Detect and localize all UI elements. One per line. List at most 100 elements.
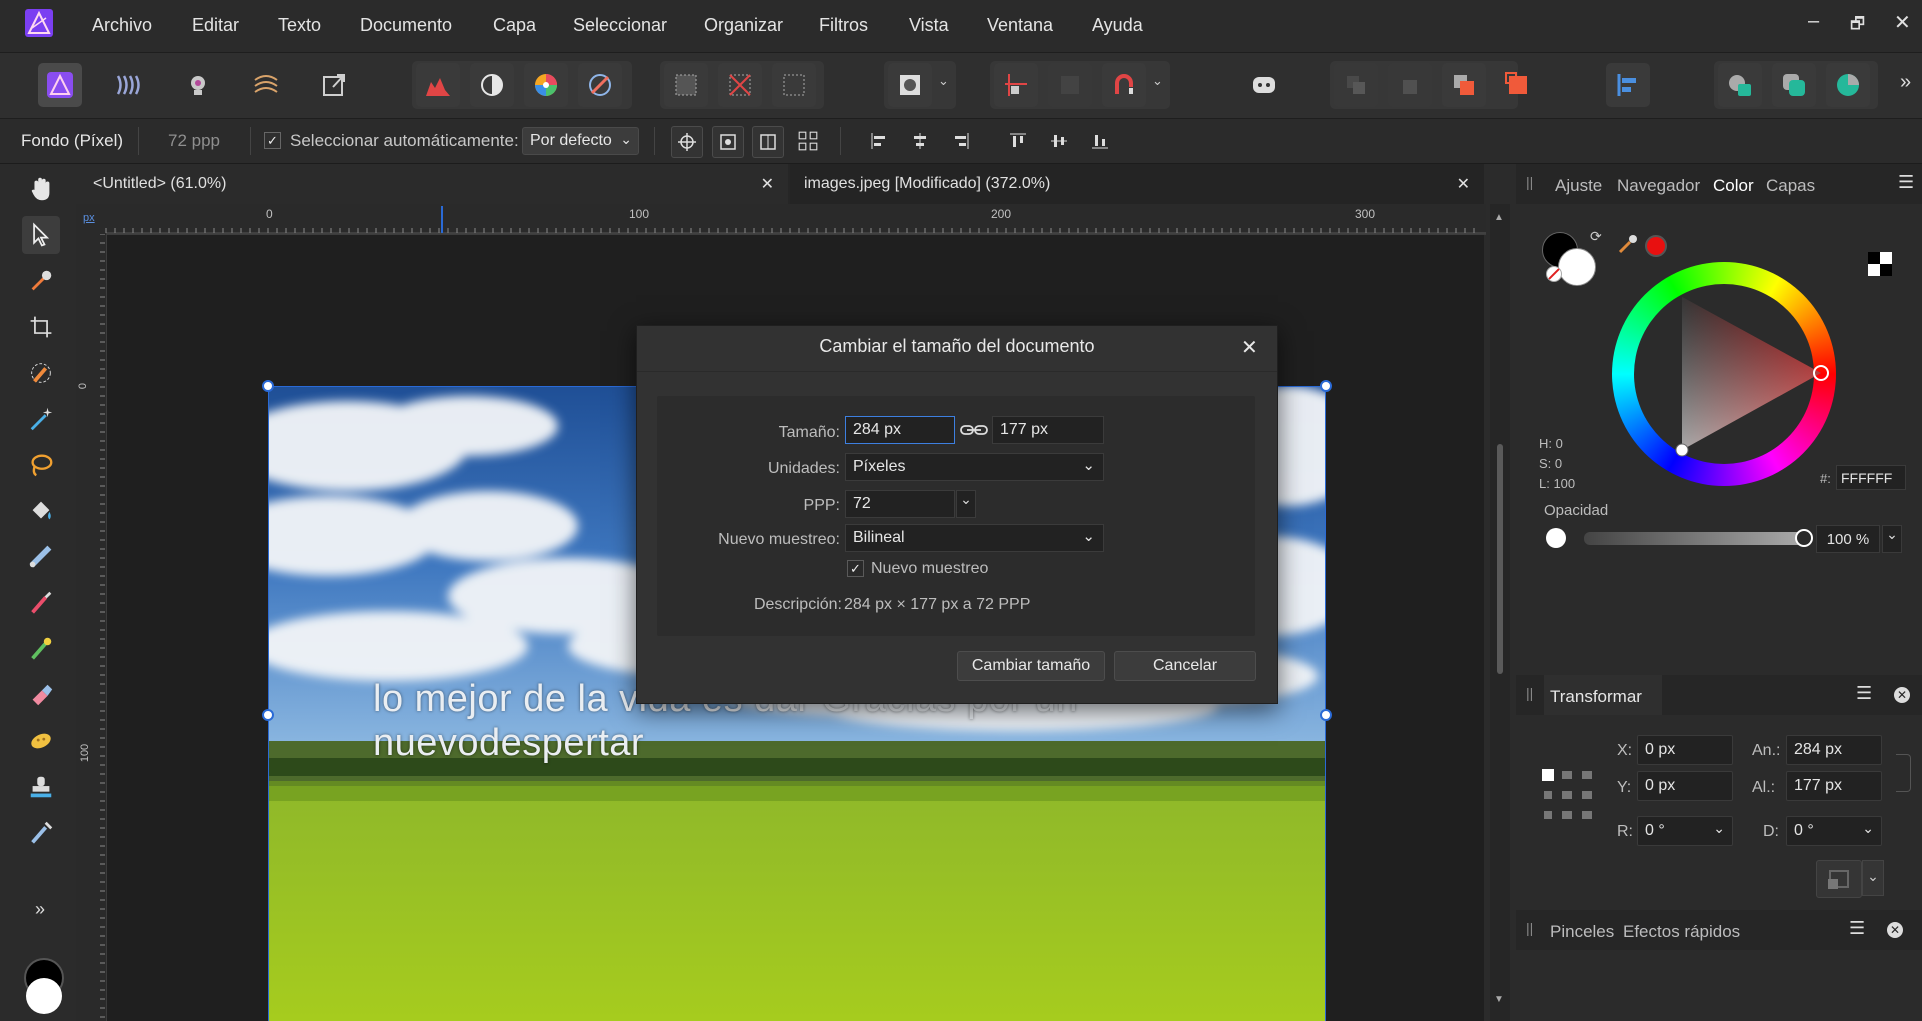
opacity-slider[interactable] [1584, 529, 1813, 547]
restore-button[interactable]: 🗗 [1850, 13, 1865, 40]
align-center-button[interactable] [905, 126, 935, 156]
width-input[interactable]: 284 px [845, 416, 955, 444]
snap-disabled-button[interactable] [1048, 63, 1092, 107]
resize-handle-top-left[interactable] [262, 380, 274, 392]
tab-transformar[interactable]: Transformar [1550, 687, 1642, 707]
tab-untitled[interactable]: <Untitled> (61.0%) ✕ [76, 164, 788, 204]
canvas-scrollbar-vertical[interactable]: ▲ ▼ [1490, 204, 1510, 1021]
panel-grip-icon[interactable]: || [1526, 174, 1533, 190]
show-bounding-box-button[interactable] [712, 126, 744, 158]
menu-seleccionar[interactable]: Seleccionar [573, 15, 667, 36]
develop-persona-button[interactable] [176, 63, 220, 107]
align-button[interactable] [1606, 63, 1650, 107]
selection-brush-tool[interactable] [22, 354, 60, 392]
tab-ajuste[interactable]: Ajuste [1555, 176, 1602, 196]
invert-selection-button[interactable] [772, 63, 816, 107]
scroll-up-icon[interactable]: ▲ [1494, 212, 1504, 223]
black-white-reset-icon[interactable] [1868, 252, 1892, 276]
panel-menu-icon[interactable]: ☰ [1856, 683, 1872, 704]
y-input[interactable]: 0 px [1637, 771, 1733, 801]
minimize-button[interactable]: – [1808, 10, 1819, 33]
menu-vista[interactable]: Vista [909, 15, 949, 36]
opacity-input[interactable]: 100 % [1816, 525, 1880, 553]
scroll-down-icon[interactable]: ▼ [1494, 994, 1504, 1005]
menu-editar[interactable]: Editar [192, 15, 239, 36]
transform-objects-button[interactable] [752, 126, 784, 158]
assistant-button[interactable] [1242, 63, 1286, 107]
snapping-button[interactable] [994, 63, 1038, 107]
distribute-button[interactable] [793, 126, 823, 156]
resample-dropdown[interactable]: Bilineal ⌄ [845, 524, 1104, 552]
panel-menu-icon[interactable]: ☰ [1849, 918, 1865, 939]
resize-handle-top-right[interactable] [1320, 380, 1332, 392]
tab-efectos-rapidos[interactable]: Efectos rápidos [1623, 922, 1740, 942]
tab-images-jpeg[interactable]: images.jpeg [Modificado] (372.0%) ✕ [790, 164, 1484, 204]
dpi-dropdown-button[interactable]: ⌄ [956, 490, 976, 518]
horizontal-ruler[interactable]: px 0 100 200 300 [76, 204, 1486, 235]
vertical-ruler[interactable]: 0 100 [76, 234, 107, 1021]
auto-button[interactable] [578, 63, 622, 107]
shear-dropdown[interactable]: 0 ° ⌄ [1786, 816, 1882, 846]
quick-mask-button[interactable] [888, 63, 932, 107]
view-tool[interactable] [22, 170, 60, 208]
magnet-chevron-icon[interactable]: ⌄ [1152, 73, 1163, 89]
arrange-forward-button[interactable] [1442, 63, 1486, 107]
align-top-button[interactable] [1003, 126, 1033, 156]
cancel-button[interactable]: Cancelar [1114, 651, 1256, 681]
tab-navegador[interactable]: Navegador [1617, 176, 1700, 196]
boolean-subtract-button[interactable] [1772, 63, 1816, 107]
eyedropper-icon[interactable] [1616, 232, 1640, 256]
align-bottom-button[interactable] [1085, 126, 1115, 156]
anchor-selector[interactable] [1540, 767, 1596, 823]
toolbar-overflow-button[interactable]: » [1900, 71, 1911, 94]
tools-overflow-button[interactable]: » [35, 899, 45, 920]
white-balance-button[interactable] [470, 63, 514, 107]
move-tool[interactable] [22, 216, 60, 254]
arrange-backward-button[interactable] [1388, 63, 1432, 107]
close-icon[interactable]: ✕ [1457, 174, 1470, 194]
dodge-tool[interactable] [22, 722, 60, 760]
tone-mapping-persona-button[interactable] [244, 63, 288, 107]
panel-grip-icon[interactable]: || [1526, 685, 1533, 701]
gradient-tool[interactable] [22, 538, 60, 576]
clone-tool[interactable] [22, 768, 60, 806]
transform-mode-button[interactable] [1816, 860, 1862, 898]
fg-bg-color-swatch[interactable] [20, 958, 66, 1018]
auto-select-checkbox[interactable]: ✓ [264, 132, 281, 149]
menu-ventana[interactable]: Ventana [987, 15, 1053, 36]
dpi-input[interactable]: 72 [845, 490, 955, 518]
crop-tool[interactable] [22, 308, 60, 346]
menu-texto[interactable]: Texto [278, 15, 321, 36]
color-picker-tool[interactable] [22, 262, 60, 300]
link-dimensions-icon[interactable] [1896, 754, 1911, 792]
menu-ayuda[interactable]: Ayuda [1092, 15, 1143, 36]
swap-colors-icon[interactable]: ⟳ [1590, 228, 1602, 245]
picked-color-swatch[interactable] [1645, 235, 1667, 257]
close-panel-button[interactable]: ✕ [1894, 687, 1910, 703]
close-icon[interactable]: ✕ [761, 174, 774, 194]
flood-select-tool[interactable] [22, 400, 60, 438]
quick-mask-chevron-icon[interactable]: ⌄ [938, 73, 949, 89]
hsl-button[interactable] [524, 63, 568, 107]
tab-color[interactable]: Color [1713, 176, 1754, 196]
panel-menu-icon[interactable]: ☰ [1898, 172, 1914, 193]
magnet-button[interactable] [1102, 63, 1146, 107]
scroll-thumb[interactable] [1497, 444, 1503, 674]
panel-grip-icon[interactable]: || [1526, 920, 1533, 936]
menu-archivo[interactable]: Archivo [92, 15, 152, 36]
freehand-selection-tool[interactable] [22, 446, 60, 484]
align-right-button[interactable] [946, 126, 976, 156]
transform-width-input[interactable]: 284 px [1786, 735, 1882, 765]
dialog-close-icon[interactable]: ✕ [1241, 335, 1258, 360]
menu-filtros[interactable]: Filtros [819, 15, 868, 36]
close-panel-button[interactable]: ✕ [1887, 922, 1903, 938]
paint-brush-tool[interactable] [22, 584, 60, 622]
arrange-back-button[interactable] [1334, 63, 1378, 107]
color-triangle[interactable] [1612, 262, 1836, 486]
photo-persona-button[interactable] [38, 63, 82, 107]
units-dropdown[interactable]: Píxeles ⌄ [845, 453, 1104, 481]
blemish-tool[interactable] [22, 814, 60, 852]
link-icon[interactable] [959, 420, 989, 440]
resize-button[interactable]: Cambiar tamaño [957, 651, 1105, 681]
liquify-persona-button[interactable] [106, 63, 150, 107]
